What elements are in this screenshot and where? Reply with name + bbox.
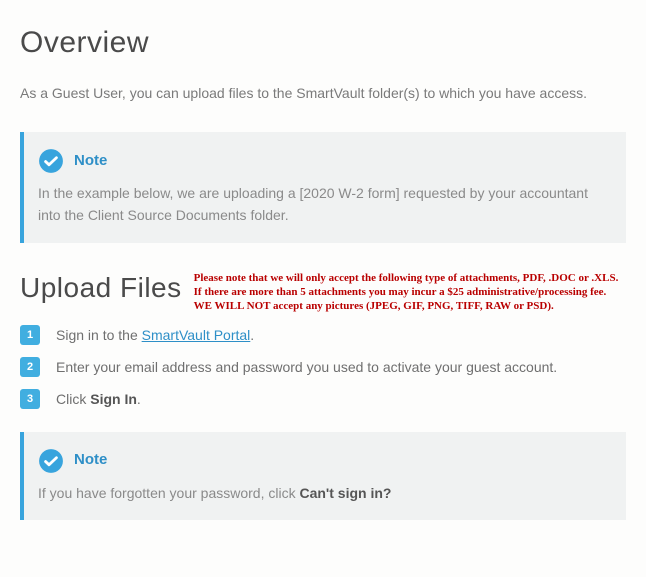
note-box-2: Note If you have forgotten your password… bbox=[20, 432, 626, 520]
step-number: 2 bbox=[20, 357, 40, 377]
step-text: Enter your email address and password yo… bbox=[56, 357, 557, 378]
step-1: 1 Sign in to the SmartVault Portal. bbox=[20, 325, 626, 346]
note-label: Note bbox=[74, 449, 107, 472]
note-body: If you have forgotten your password, cli… bbox=[38, 482, 608, 504]
smartvault-portal-link[interactable]: SmartVault Portal bbox=[142, 327, 251, 343]
step-text: Sign in to the SmartVault Portal. bbox=[56, 325, 254, 346]
note-box-1: Note In the example below, we are upload… bbox=[20, 132, 626, 243]
upload-warning: Please note that we will only accept the… bbox=[194, 267, 626, 314]
step-2: 2 Enter your email address and password … bbox=[20, 357, 626, 378]
step-text: Click Sign In. bbox=[56, 389, 141, 410]
steps-list: 1 Sign in to the SmartVault Portal. 2 En… bbox=[20, 325, 626, 410]
check-circle-icon bbox=[38, 448, 64, 474]
note-label: Note bbox=[74, 150, 107, 173]
step-3: 3 Click Sign In. bbox=[20, 389, 626, 410]
check-circle-icon bbox=[38, 148, 64, 174]
upload-heading: Upload Files bbox=[20, 267, 182, 309]
overview-heading: Overview bbox=[20, 20, 626, 65]
step-number: 3 bbox=[20, 389, 40, 409]
overview-intro: As a Guest User, you can upload files to… bbox=[20, 83, 626, 104]
step-number: 1 bbox=[20, 325, 40, 345]
note-body: In the example below, we are uploading a… bbox=[38, 182, 608, 227]
